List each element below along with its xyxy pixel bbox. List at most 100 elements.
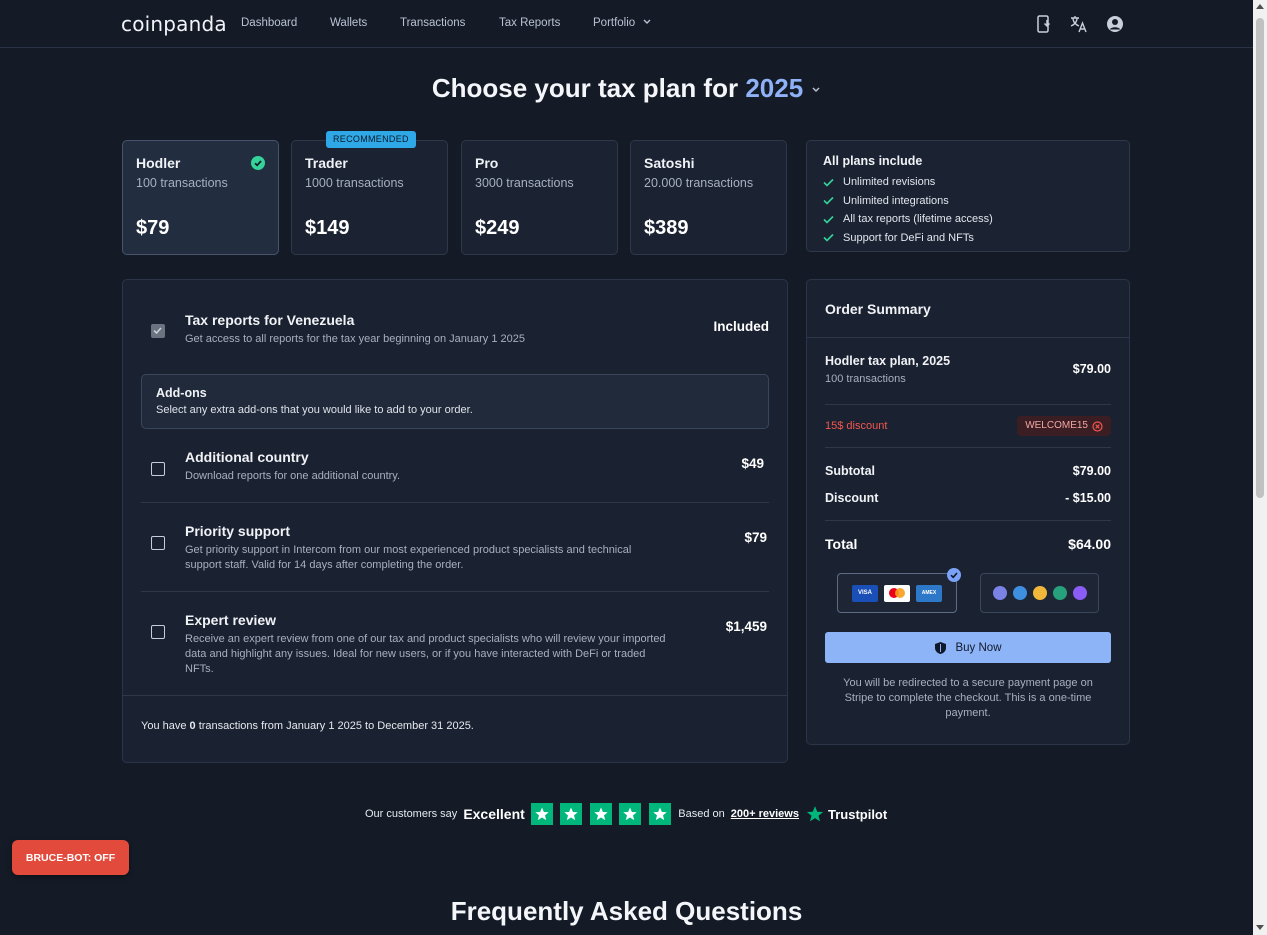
country-checkbox[interactable] <box>151 324 165 338</box>
page-scrollbar[interactable] <box>1253 0 1267 935</box>
addon-checkbox-additional-country[interactable] <box>151 462 165 476</box>
plan-price: $249 <box>475 217 520 239</box>
star-icon <box>560 803 583 825</box>
nav-tax-reports[interactable]: Tax Reports <box>499 17 560 29</box>
mastercard-circles-icon <box>889 588 905 598</box>
include-item-label: All tax reports (lifetime access) <box>843 213 993 226</box>
include-item-label: Unlimited integrations <box>843 194 949 207</box>
trust-rating: Excellent <box>463 806 525 822</box>
scroll-down-arrow[interactable] <box>1256 925 1264 930</box>
page-title-prefix: Choose your tax plan for <box>431 73 746 103</box>
chevron-down-icon <box>643 19 651 24</box>
star-glyph-icon <box>623 807 637 821</box>
trustpilot-widget: Our customers say Excellent Based on 200… <box>365 803 887 825</box>
plan-line-label: Hodler tax plan, 2025 <box>825 354 951 368</box>
visa-card-icon: VISA <box>852 584 878 602</box>
buy-now-button[interactable]: Buy Now <box>825 632 1111 663</box>
plan-transactions: 100 transactions <box>136 176 228 190</box>
check-icon <box>823 178 834 187</box>
plan-card-hodler[interactable]: Hodler 100 transactions $79 <box>122 140 279 255</box>
star-icon <box>589 803 612 825</box>
dai-icon <box>1032 586 1047 600</box>
transaction-count-note: You have 0 transactions from January 1 2… <box>141 720 474 732</box>
divider <box>141 591 769 592</box>
star-glyph-icon <box>594 807 608 821</box>
trust-say: Our customers say <box>365 808 458 820</box>
addon-checkbox-priority-support[interactable] <box>151 536 165 550</box>
include-item-label: Support for DeFi and NFTs <box>843 231 974 244</box>
addon-desc: Get priority support in Intercom from ou… <box>185 544 632 571</box>
coupon-badge: WELCOME15 <box>1017 416 1111 436</box>
nav-portfolio[interactable]: Portfolio <box>593 17 652 29</box>
plan-card-trader[interactable]: Trader 1000 transactions $149 <box>291 140 448 255</box>
check-icon <box>153 327 162 335</box>
include-item: Support for DeFi and NFTs <box>823 229 1113 248</box>
pay-with-card-option[interactable]: VISA AMEX <box>837 568 961 613</box>
reviews-link[interactable]: 200+ reviews <box>731 808 799 820</box>
remove-coupon-icon[interactable] <box>1092 420 1103 432</box>
subtotal-value: $79.00 <box>1072 464 1111 478</box>
note-suffix: transactions from January 1 2025 to Dece… <box>195 720 474 732</box>
include-item-label: Unlimited revisions <box>843 176 936 189</box>
check-icon <box>823 197 834 205</box>
includes-title: All plans include <box>823 154 923 168</box>
scroll-thumb[interactable] <box>1256 18 1264 498</box>
buy-now-label: Buy Now <box>955 641 1002 654</box>
tether-icon <box>1052 586 1067 600</box>
redirect-note: You will be redirected to a secure payme… <box>843 677 1093 719</box>
star-icon <box>530 803 553 825</box>
order-summary-title: Order Summary <box>825 301 931 317</box>
addon-checkbox-expert-review[interactable] <box>151 625 165 639</box>
plan-transactions: 1000 transactions <box>305 176 404 190</box>
mastercard-icon <box>884 584 910 602</box>
addons-desc: Select any extra add-ons that you would … <box>156 404 473 416</box>
include-item: Unlimited integrations <box>823 192 1113 211</box>
usdc-icon <box>1012 586 1027 600</box>
pay-with-crypto-option[interactable] <box>980 573 1099 613</box>
addon-desc: Receive an expert review from one of our… <box>185 633 666 675</box>
translate-icon[interactable] <box>1069 14 1089 34</box>
trustpilot-brand[interactable]: Trustpilot <box>828 807 887 822</box>
country-price: Included <box>713 319 769 334</box>
page-title: Choose your tax plan for 2025 <box>0 73 1253 104</box>
star-glyph-icon <box>564 807 578 821</box>
addon-price: $79 <box>744 530 767 545</box>
shield-icon <box>935 641 947 654</box>
recommended-badge: RECOMMENDED <box>326 131 416 148</box>
plan-options-panel: Tax reports for Venezuela Get access to … <box>122 279 788 763</box>
amex-card-icon: AMEX <box>916 584 942 602</box>
user-account-icon[interactable] <box>1105 14 1125 34</box>
plan-card-pro[interactable]: Pro 3000 transactions $249 <box>461 140 618 255</box>
nav-wallets[interactable]: Wallets <box>330 17 367 29</box>
chevron-down-icon[interactable] <box>811 86 821 94</box>
discount-row-label: Discount <box>825 491 879 505</box>
star-icon <box>619 803 642 825</box>
plan-price: $149 <box>305 217 350 239</box>
note-prefix: You have <box>141 720 190 732</box>
divider <box>825 404 1111 405</box>
plan-price: $79 <box>136 217 170 239</box>
addons-title: Add-ons <box>156 386 207 400</box>
star-icon <box>648 803 671 825</box>
plan-card-satoshi[interactable]: Satoshi 20.000 transactions $389 <box>630 140 787 255</box>
year-selector[interactable]: 2025 <box>745 73 803 103</box>
plan-name: Satoshi <box>644 155 695 171</box>
plan-line-sub: 100 transactions <box>825 373 906 385</box>
coupon-code: WELCOME15 <box>1025 420 1088 431</box>
include-item: All tax reports (lifetime access) <box>823 210 1113 229</box>
include-item: Unlimited revisions <box>823 173 1113 192</box>
selected-check-icon <box>947 568 961 582</box>
plan-transactions: 20.000 transactions <box>644 176 754 190</box>
logo[interactable]: coinpanda <box>121 12 227 36</box>
total-value: $64.00 <box>1068 536 1111 552</box>
scroll-up-arrow[interactable] <box>1256 4 1264 9</box>
check-icon <box>823 215 834 224</box>
divider <box>825 520 1111 521</box>
faq-title: Frequently Asked Questions <box>450 896 803 926</box>
nav-transactions[interactable]: Transactions <box>400 17 465 29</box>
plan-name: Pro <box>475 155 499 171</box>
bruce-bot-toggle-button[interactable]: BRUCE-BOT: OFF <box>12 840 129 875</box>
mobile-download-icon[interactable] <box>1034 14 1054 34</box>
addon-price: $1,459 <box>725 619 767 634</box>
nav-dashboard[interactable]: Dashboard <box>241 17 297 29</box>
